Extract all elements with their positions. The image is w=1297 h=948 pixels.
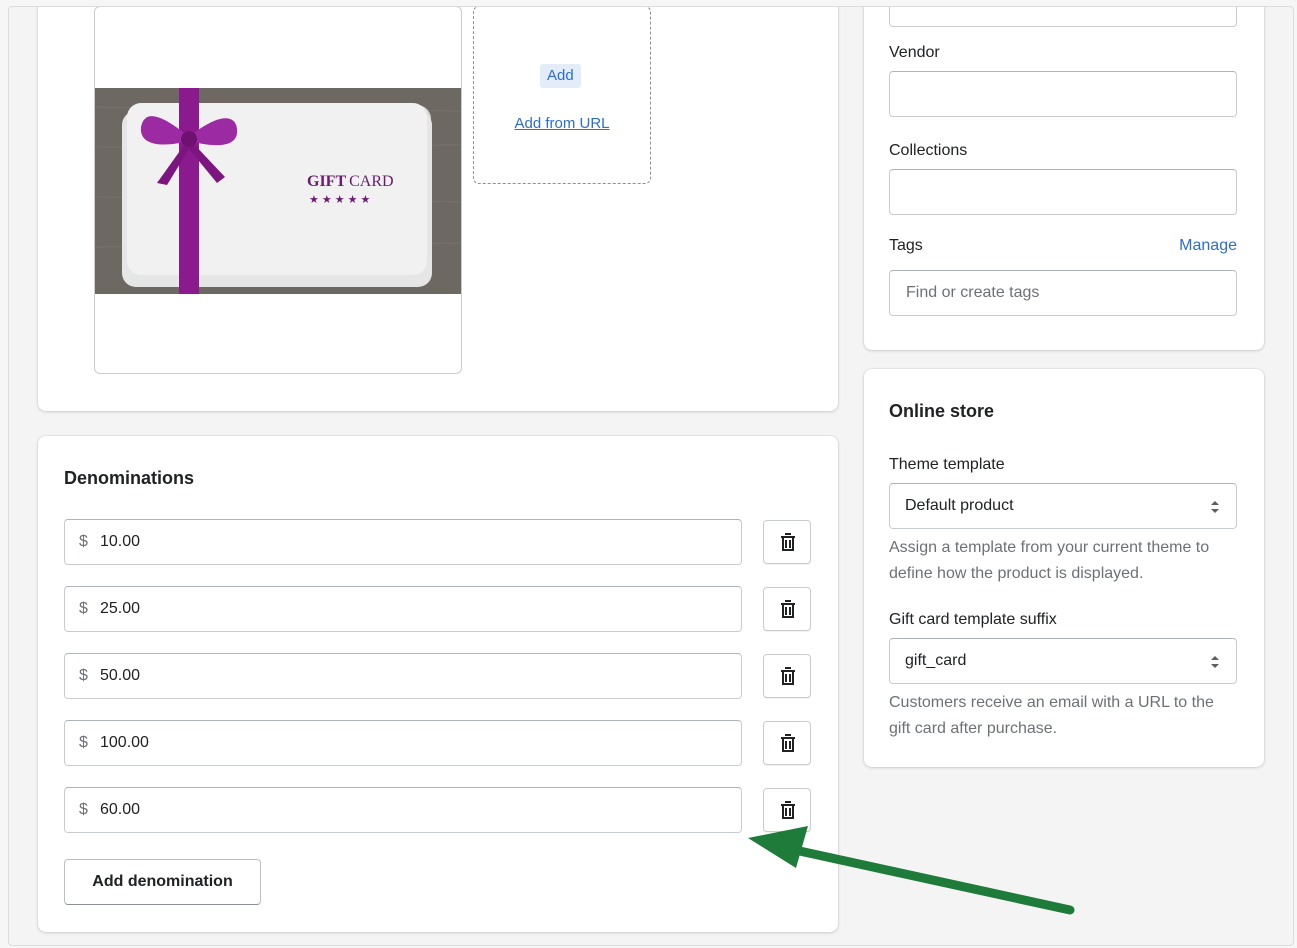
denomination-input[interactable]: $ 25.00 — [64, 586, 742, 632]
collections-field[interactable] — [889, 169, 1237, 215]
gift-card-suffix-label: Gift card template suffix — [889, 611, 1057, 628]
product-page: GIFT CARD ★★★★★ Add Add from URL Denomina… — [8, 6, 1294, 946]
add-from-url-link[interactable]: Add from URL — [474, 115, 650, 132]
gift-card-image-stars: ★★★★★ — [309, 193, 373, 206]
trash-icon — [781, 600, 795, 618]
media-card: GIFT CARD ★★★★★ Add Add from URL — [38, 7, 838, 411]
vendor-label: Vendor — [889, 44, 940, 61]
delete-denomination-button[interactable] — [763, 654, 811, 698]
organization-card: Vendor Collections Tags Manage Find or c… — [864, 7, 1264, 350]
trash-icon — [781, 801, 795, 819]
denominations-card: Denominations $ 10.00 $ 25.00 $ 50.00 $ … — [38, 436, 838, 932]
collections-label: Collections — [889, 142, 968, 159]
online-store-card: Online store Theme template Default prod… — [864, 369, 1264, 767]
select-arrows-icon — [1211, 656, 1219, 668]
theme-template-select[interactable]: Default product — [889, 483, 1237, 529]
denomination-input[interactable]: $ 60.00 — [64, 787, 742, 833]
delete-denomination-button[interactable] — [763, 788, 811, 832]
delete-denomination-button[interactable] — [763, 520, 811, 564]
gift-card-image: GIFT CARD ★★★★★ — [95, 88, 461, 294]
tags-field[interactable]: Find or create tags — [889, 270, 1237, 316]
gift-card-image-title: GIFT CARD — [307, 173, 394, 190]
trash-icon — [781, 734, 795, 752]
delete-denomination-button[interactable] — [763, 721, 811, 765]
delete-denomination-button[interactable] — [763, 587, 811, 631]
gift-card-suffix-value: gift_card — [905, 652, 967, 669]
denomination-input[interactable]: $ 100.00 — [64, 720, 742, 766]
tags-label: Tags — [889, 237, 923, 254]
gift-card-suffix-select[interactable]: gift_card — [889, 638, 1237, 684]
theme-template-label: Theme template — [889, 456, 1005, 473]
tags-placeholder: Find or create tags — [906, 284, 1040, 301]
trash-icon — [781, 533, 795, 551]
media-dropzone[interactable]: Add Add from URL — [473, 7, 651, 184]
gift-card-image-tile[interactable]: GIFT CARD ★★★★★ — [94, 7, 462, 374]
product-type-field[interactable] — [889, 7, 1237, 27]
online-store-heading: Online store — [889, 401, 995, 421]
add-denomination-button[interactable]: Add denomination — [64, 859, 261, 905]
gift-card-suffix-help: Customers receive an email with a URL to… — [889, 694, 1214, 737]
theme-template-value: Default product — [905, 497, 1014, 514]
denominations-heading: Denominations — [64, 468, 195, 488]
add-media-button[interactable]: Add — [540, 64, 581, 88]
trash-icon — [781, 667, 795, 685]
denomination-input[interactable]: $ 10.00 — [64, 519, 742, 565]
select-arrows-icon — [1211, 501, 1219, 513]
tags-manage-link[interactable]: Manage — [1179, 237, 1237, 255]
denomination-input[interactable]: $ 50.00 — [64, 653, 742, 699]
theme-template-help: Assign a template from your current them… — [889, 539, 1210, 582]
vendor-field[interactable] — [889, 71, 1237, 117]
